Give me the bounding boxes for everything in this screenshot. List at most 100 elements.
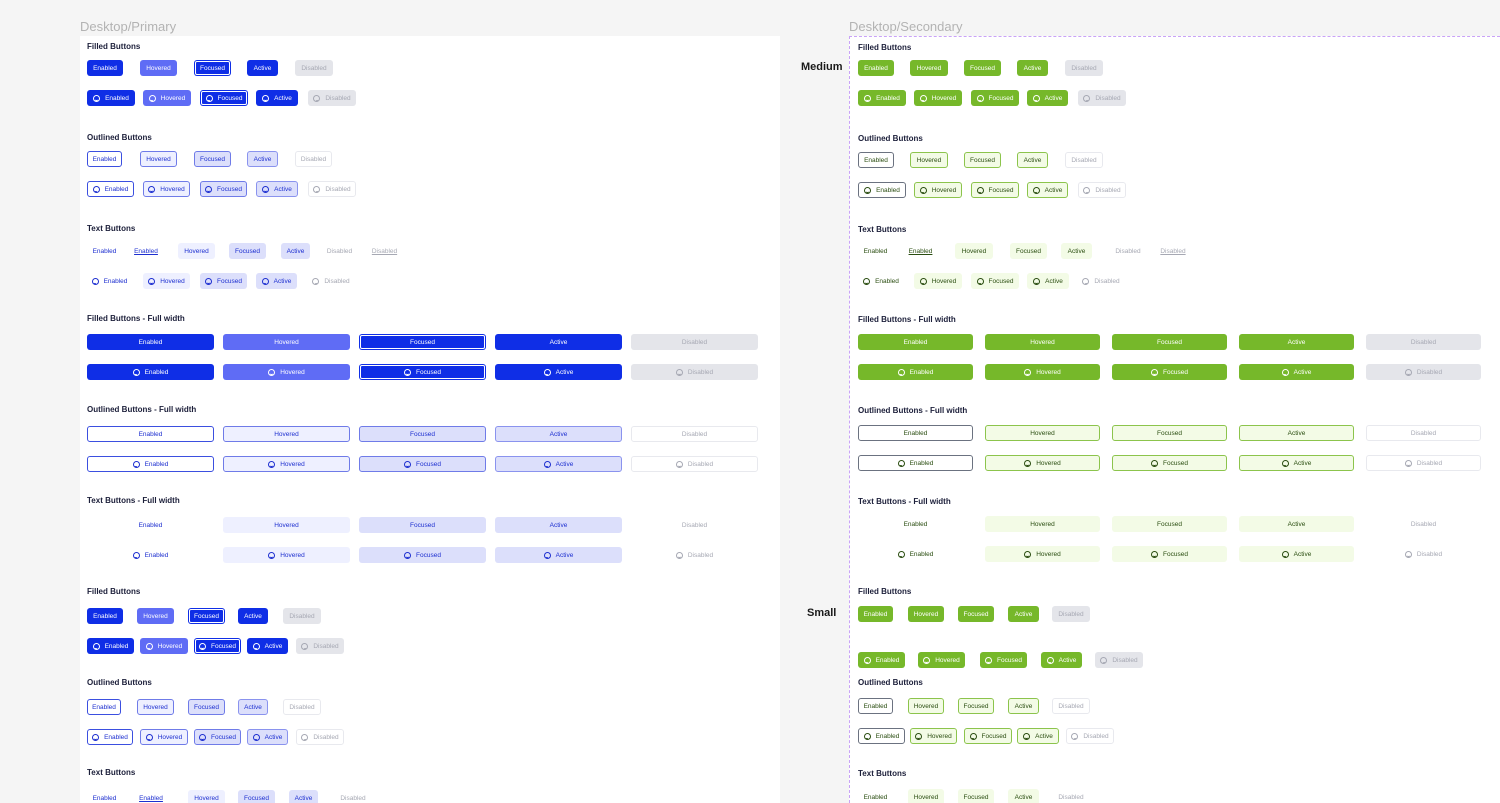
outlined-button-disabled-with-icon[interactable]: Disabled [296,729,344,745]
outlined-button-disabled-with-icon[interactable]: Disabled [308,181,356,197]
outlined-button-hovered[interactable]: Hovered [140,151,177,167]
outlined-button-focused-with-icon[interactable]: Focused [200,181,247,197]
text-button-focused-with-icon[interactable]: Focused [1112,546,1227,562]
outlined-button-enabled-with-icon[interactable]: Enabled [858,455,973,471]
text-button-disabled[interactable]: Disabled [1366,516,1481,532]
filled-button-enabled-with-icon[interactable]: Enabled [87,638,134,654]
outlined-button-enabled-with-icon[interactable]: Enabled [87,456,214,472]
text-button-enabled[interactable]: Enabled [87,517,214,533]
filled-button-enabled-with-icon[interactable]: Enabled [87,364,214,380]
outlined-button-disabled-with-icon[interactable]: Disabled [631,456,758,472]
filled-button-focused[interactable]: Focused [1112,334,1227,350]
outlined-button-active[interactable]: Active [247,151,278,167]
filled-button-focused-with-icon[interactable]: Focused [200,90,248,106]
outlined-button-disabled-with-icon[interactable]: Disabled [1066,728,1114,744]
text-button-focused[interactable]: Focused [1112,516,1227,532]
filled-button-hovered-with-icon[interactable]: Hovered [143,90,191,106]
outlined-button-enabled-with-icon[interactable]: Enabled [858,728,905,744]
outlined-button-active-with-icon[interactable]: Active [1027,182,1068,198]
text-button-focused[interactable]: Focused [229,243,266,259]
filled-button-enabled[interactable]: Enabled [858,60,894,76]
outlined-button-disabled-with-icon[interactable]: Disabled [1366,455,1481,471]
text-button-focused-with-icon[interactable]: Focused [971,273,1019,289]
text-button-disabled[interactable]: Disabled [1109,243,1147,259]
filled-button-enabled[interactable]: Enabled [87,334,214,350]
filled-button-enabled[interactable]: Enabled [87,608,123,624]
text-button-active[interactable]: Active [1008,789,1039,803]
filled-button-hovered-with-icon[interactable]: Hovered [914,90,962,106]
text-button-hovered-with-icon[interactable]: Hovered [223,547,350,563]
text-button-hovered-with-icon[interactable]: Hovered [985,546,1100,562]
filled-button-active-with-icon[interactable]: Active [495,364,622,380]
outlined-button-hovered[interactable]: Hovered [910,152,948,168]
text-button-hovered-with-icon[interactable]: Hovered [914,273,962,289]
text-button-disabled[interactable]: Disabled [322,243,357,259]
filled-button-focused[interactable]: Focused [958,606,994,622]
filled-button-focused-with-icon[interactable]: Focused [359,364,486,380]
outlined-button-focused[interactable]: Focused [1112,425,1227,441]
filled-button-focused[interactable]: Focused [188,608,225,624]
filled-button-active[interactable]: Active [1017,60,1048,76]
text-button-disabled-with-icon[interactable]: Disabled [631,547,758,563]
filled-button-active-with-icon[interactable]: Active [247,638,288,654]
outlined-button-active-with-icon[interactable]: Active [1239,455,1354,471]
outlined-button-focused[interactable]: Focused [188,699,225,715]
outlined-button-disabled[interactable]: Disabled [1052,698,1090,714]
text-button-disabled[interactable]: Disabled [1052,789,1090,803]
filled-button-enabled-with-icon[interactable]: Enabled [858,90,906,106]
text-button-focused[interactable]: Focused [238,790,275,803]
text-button-hovered[interactable]: Hovered [188,790,225,803]
filled-button-hovered-with-icon[interactable]: Hovered [985,364,1100,380]
filled-button-active[interactable]: Active [1008,606,1039,622]
outlined-button-active-with-icon[interactable]: Active [247,729,288,745]
filled-button-disabled-with-icon[interactable]: Disabled [631,364,758,380]
filled-button-disabled[interactable]: Disabled [283,608,321,624]
text-button-active-with-icon[interactable]: Active [1239,546,1354,562]
filled-button-active[interactable]: Active [238,608,268,624]
outlined-button-hovered[interactable]: Hovered [137,699,174,715]
filled-button-disabled[interactable]: Disabled [631,334,758,350]
text-button-hovered[interactable]: Hovered [223,517,350,533]
text-button-enabled-with-icon[interactable]: Enabled [87,547,214,563]
filled-button-enabled[interactable]: Enabled [87,60,123,76]
outlined-button-focused[interactable]: Focused [958,698,994,714]
outlined-button-active[interactable]: Active [238,699,268,715]
outlined-button-hovered-with-icon[interactable]: Hovered [223,456,350,472]
outlined-button-hovered-with-icon[interactable]: Hovered [140,729,188,745]
text-button-disabled-with-icon[interactable]: Disabled [1078,273,1124,289]
text-button-active[interactable]: Active [1239,516,1354,532]
text-button-enabled[interactable]: Enabled [131,243,161,259]
text-button-active-with-icon[interactable]: Active [1027,273,1069,289]
filled-button-focused-with-icon[interactable]: Focused [1112,364,1227,380]
filled-button-enabled[interactable]: Enabled [858,334,973,350]
outlined-button-active[interactable]: Active [1017,152,1048,168]
outlined-button-enabled[interactable]: Enabled [87,699,121,715]
text-button-disabled-with-icon[interactable]: Disabled [1366,546,1481,562]
outlined-button-disabled-with-icon[interactable]: Disabled [1078,182,1126,198]
outlined-button-enabled[interactable]: Enabled [858,425,973,441]
outlined-button-hovered[interactable]: Hovered [908,698,944,714]
outlined-button-hovered-with-icon[interactable]: Hovered [143,181,190,197]
text-button-enabled[interactable]: Enabled [858,516,973,532]
outlined-button-active-with-icon[interactable]: Active [256,181,298,197]
filled-button-disabled-with-icon[interactable]: Disabled [1366,364,1481,380]
outlined-button-active-with-icon[interactable]: Active [1017,728,1059,744]
text-button-enabled[interactable]: Enabled [136,790,166,803]
text-button-active[interactable]: Active [495,517,622,533]
text-button-focused[interactable]: Focused [1010,243,1047,259]
filled-button-hovered[interactable]: Hovered [985,334,1100,350]
text-button-enabled[interactable]: Enabled [858,789,893,803]
filled-button-active-with-icon[interactable]: Active [1027,90,1068,106]
filled-button-active-with-icon[interactable]: Active [256,90,298,106]
outlined-button-enabled[interactable]: Enabled [87,151,122,167]
text-button-disabled[interactable]: Disabled [368,243,401,259]
text-button-hovered[interactable]: Hovered [908,789,944,803]
filled-button-hovered[interactable]: Hovered [908,606,944,622]
text-button-focused-with-icon[interactable]: Focused [200,273,247,289]
filled-button-hovered[interactable]: Hovered [137,608,174,624]
filled-button-enabled-with-icon[interactable]: Enabled [87,90,135,106]
text-button-focused[interactable]: Focused [359,517,486,533]
filled-button-enabled-with-icon[interactable]: Enabled [858,364,973,380]
outlined-button-focused-with-icon[interactable]: Focused [964,728,1012,744]
filled-button-active-with-icon[interactable]: Active [1239,364,1354,380]
